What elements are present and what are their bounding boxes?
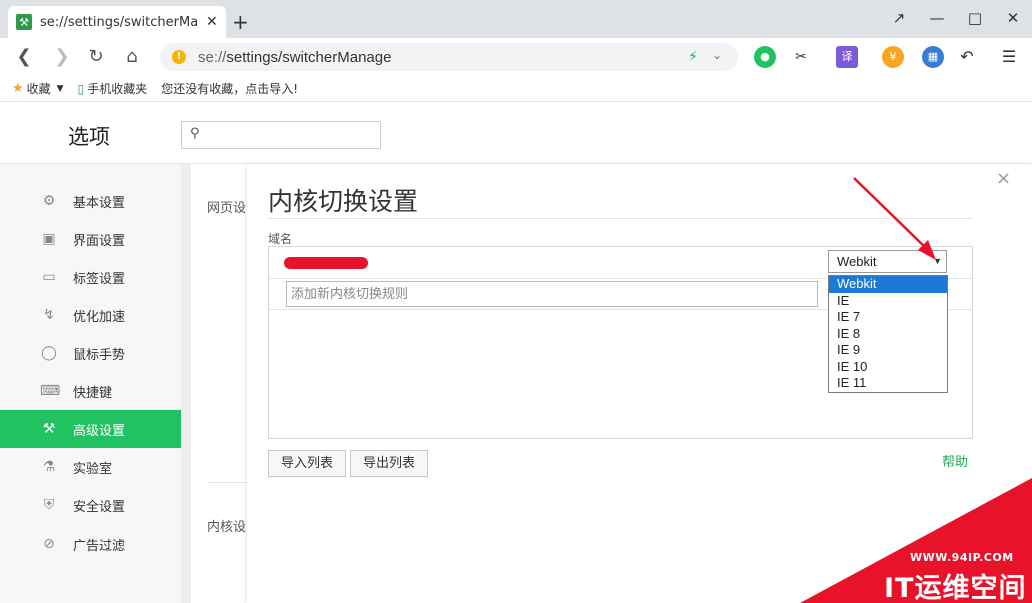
- gear-icon: ⚙: [42, 193, 56, 209]
- sidebar-item-basic[interactable]: ⚙ 基本设置: [0, 182, 181, 220]
- apps-icon[interactable]: ▦: [922, 46, 944, 68]
- sidebar-item-lab[interactable]: ⚗ 实验室: [0, 448, 181, 486]
- warning-icon[interactable]: !: [172, 50, 186, 64]
- bookmark-favorites[interactable]: ★ 收藏 ▼: [12, 80, 64, 97]
- sidebar-item-mouse[interactable]: ◯ 鼠标手势: [0, 334, 181, 372]
- kernel-option-ie7[interactable]: IE 7: [829, 309, 947, 326]
- maximize-button[interactable]: □: [956, 0, 994, 38]
- dialog-title: 内核切换设置: [268, 187, 419, 216]
- address-bar[interactable]: ! se://settings/switcherManage ⚡ ⌄: [160, 43, 738, 71]
- back-icon[interactable]: ❮: [10, 44, 38, 70]
- close-tab-icon[interactable]: ✕: [206, 14, 218, 30]
- reload-icon[interactable]: ↻: [82, 44, 110, 70]
- sidebar-item-advanced[interactable]: ⚒ 高级设置: [0, 410, 181, 448]
- forward-icon[interactable]: ❯: [48, 44, 76, 70]
- import-list-button[interactable]: 导入列表: [268, 450, 346, 477]
- navigation-bar: ❮ ❯ ↻ ⌂ ! se://settings/switcherManage ⚡…: [0, 38, 1032, 76]
- coupon-icon[interactable]: ¥: [882, 46, 904, 68]
- sidebar-item-optimize[interactable]: ↯ 优化加速: [0, 296, 181, 334]
- bolt-icon[interactable]: ⚡: [688, 49, 698, 65]
- kernel-option-ie9[interactable]: IE 9: [829, 342, 947, 359]
- bookmark-empty-hint[interactable]: 您还没有收藏，点击导入!: [161, 80, 298, 97]
- settings-header: 选项 ⚲: [0, 103, 1032, 164]
- help-link[interactable]: 帮助: [942, 451, 968, 470]
- bookmarks-bar: ★ 收藏 ▼ ▯ 手机收藏夹 您还没有收藏，点击导入!: [0, 76, 1032, 102]
- kernel-dropdown: Webkit IE IE 7 IE 8 IE 9 IE 10 IE 11: [828, 275, 948, 393]
- search-icon: ⚲: [190, 126, 200, 141]
- content-panel: [191, 164, 251, 603]
- kernel-option-webkit[interactable]: Webkit: [829, 276, 947, 293]
- sidebar-item-tabs[interactable]: ▭ 标签设置: [0, 258, 181, 296]
- chevron-down-icon: ▼: [56, 83, 64, 94]
- watermark-url: WWW.94IP.COM: [910, 551, 1014, 564]
- browser-tab[interactable]: ⚒ se://settings/switcherManag ✕: [8, 6, 226, 38]
- close-icon[interactable]: ×: [996, 168, 1011, 189]
- kernel-option-ie10[interactable]: IE 10: [829, 359, 947, 376]
- url-text: se://settings/switcherManage: [198, 48, 392, 66]
- search-input[interactable]: ⚲: [181, 121, 381, 149]
- section-label-kernel: 内核设: [207, 520, 247, 535]
- flask-icon: ⚗: [42, 459, 56, 475]
- keyboard-icon: ⌨: [40, 383, 61, 399]
- star-icon: ★: [12, 81, 24, 96]
- phone-icon: ▯: [77, 81, 85, 96]
- wrench-icon: ⚒: [16, 14, 32, 30]
- new-tab-button[interactable]: +: [232, 10, 249, 34]
- undo-icon[interactable]: ↶: [956, 46, 978, 68]
- minimize-button[interactable]: —: [918, 0, 956, 38]
- close-window-button[interactable]: ✕: [994, 0, 1032, 38]
- sidebar-item-security[interactable]: ⛨ 安全设置: [0, 486, 181, 524]
- bolt-icon: ↯: [43, 307, 55, 323]
- tab-icon: ▭: [42, 269, 56, 285]
- export-list-button[interactable]: 导出列表: [350, 450, 428, 477]
- home-icon[interactable]: ⌂: [118, 44, 146, 70]
- bookmark-mobile[interactable]: ▯ 手机收藏夹: [78, 80, 148, 97]
- tab-strip: ⚒ se://settings/switcherManag ✕ + ↗ — □ …: [0, 0, 1032, 38]
- sidebar-item-adblock[interactable]: ⊘ 广告过滤: [0, 525, 181, 563]
- kernel-option-ie8[interactable]: IE 8: [829, 326, 947, 343]
- shield-icon: ⛨: [43, 497, 55, 513]
- annotation-arrow: [853, 177, 936, 260]
- kernel-option-ie11[interactable]: IE 11: [829, 375, 947, 392]
- window-controls: ↗ — □ ✕: [880, 0, 1032, 38]
- translate-icon[interactable]: 译: [836, 46, 858, 68]
- watermark-text: IT运维空间: [884, 573, 1027, 603]
- tab-title: se://settings/switcherManag: [40, 14, 198, 30]
- section-label-web: 网页设: [207, 201, 247, 216]
- block-icon: ⊘: [43, 536, 55, 552]
- wrench-icon: ⚒: [42, 421, 56, 437]
- menu-icon[interactable]: ☰: [998, 46, 1020, 68]
- sidebar-item-shortcuts[interactable]: ⌨ 快捷键: [0, 372, 181, 410]
- shield-extension-icon[interactable]: ●: [754, 46, 776, 68]
- add-rule-input[interactable]: [286, 281, 818, 307]
- window-icon: ▣: [42, 231, 56, 247]
- page-title: 选项: [68, 125, 110, 149]
- kernel-option-ie[interactable]: IE: [829, 293, 947, 310]
- sidebar-item-interface[interactable]: ▣ 界面设置: [0, 220, 181, 258]
- skin-icon[interactable]: ↗: [880, 0, 918, 38]
- scissors-icon[interactable]: ✂: [790, 46, 812, 68]
- redacted-domain: [284, 257, 368, 269]
- chevron-down-icon[interactable]: ⌄: [712, 48, 722, 62]
- domain-column-label: 域名: [268, 232, 293, 246]
- mouse-icon: ◯: [41, 345, 57, 361]
- divider: [207, 482, 247, 483]
